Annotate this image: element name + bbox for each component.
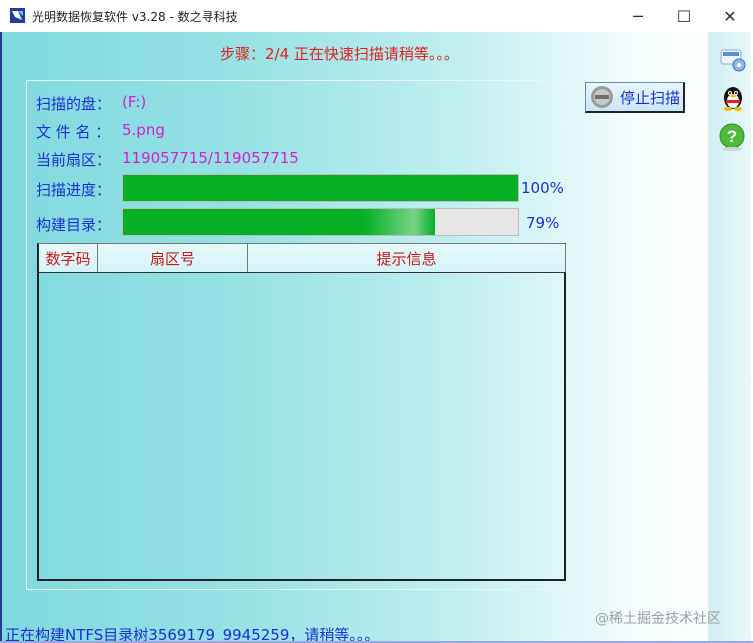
scan-progress-label: 扫描进度：: [36, 181, 112, 199]
stop-icon: [591, 86, 613, 108]
column-header-code[interactable]: 数字码: [39, 244, 98, 272]
minimize-button[interactable]: ─: [615, 0, 661, 32]
qq-penguin-icon[interactable]: [718, 82, 748, 112]
stop-scan-label: 停止扫描: [620, 88, 681, 107]
maximize-icon: ☐: [676, 6, 692, 26]
title-bar[interactable]: 光明数据恢复软件 v3.28 - 数之寻科技 ─ ☐ ✕: [0, 0, 753, 32]
file-name-label: 文 件 名 ：: [36, 123, 111, 141]
build-directory-label: 构建目录：: [36, 216, 112, 234]
right-toolbar: ?: [708, 32, 751, 641]
close-icon: ✕: [723, 6, 737, 26]
settings-icon[interactable]: [718, 44, 748, 74]
svg-text:?: ?: [727, 127, 737, 146]
scan-progress-percent: 100%: [521, 179, 564, 197]
file-name-value: 5.png: [122, 121, 165, 139]
scan-progress-bar: [122, 174, 519, 202]
disk-value: (F:): [122, 93, 147, 111]
app-window: 光明数据恢复软件 v3.28 - 数之寻科技 ─ ☐ ✕ 步骤：2/4 正在快速…: [0, 0, 753, 643]
app-logo-icon: [10, 8, 25, 23]
current-sector-label: 当前扇区：: [36, 151, 112, 169]
step-indicator: 步骤：2/4 正在快速扫描请稍等。。。: [220, 45, 459, 63]
minimize-icon: ─: [633, 6, 643, 26]
progress-shine: [365, 209, 436, 235]
table-body: [39, 274, 566, 578]
scan-progress-fill: [123, 175, 518, 201]
maximize-button[interactable]: ☐: [661, 0, 707, 32]
results-table[interactable]: 数字码 扇区号 提示信息: [37, 243, 566, 581]
help-icon[interactable]: ?: [718, 122, 748, 152]
stop-scan-button[interactable]: 停止扫描: [585, 82, 685, 113]
window-title: 光明数据恢复软件 v3.28 - 数之寻科技: [32, 10, 238, 24]
build-directory-progress-bar: [122, 208, 519, 236]
disk-label: 扫描的盘：: [36, 95, 112, 113]
column-header-message[interactable]: 提示信息: [248, 244, 566, 272]
client-area: 步骤：2/4 正在快速扫描请稍等。。。 扫描的盘： (F:) 文 件 名 ： 5…: [2, 32, 751, 643]
build-directory-percent: 79%: [526, 214, 560, 232]
column-header-sector[interactable]: 扇区号: [98, 244, 248, 272]
watermark-text: @稀土掘金技术社区: [595, 611, 721, 627]
close-button[interactable]: ✕: [707, 0, 753, 32]
table-header: 数字码 扇区号 提示信息: [39, 244, 566, 273]
current-sector-value: 119057715/119057715: [122, 149, 299, 167]
